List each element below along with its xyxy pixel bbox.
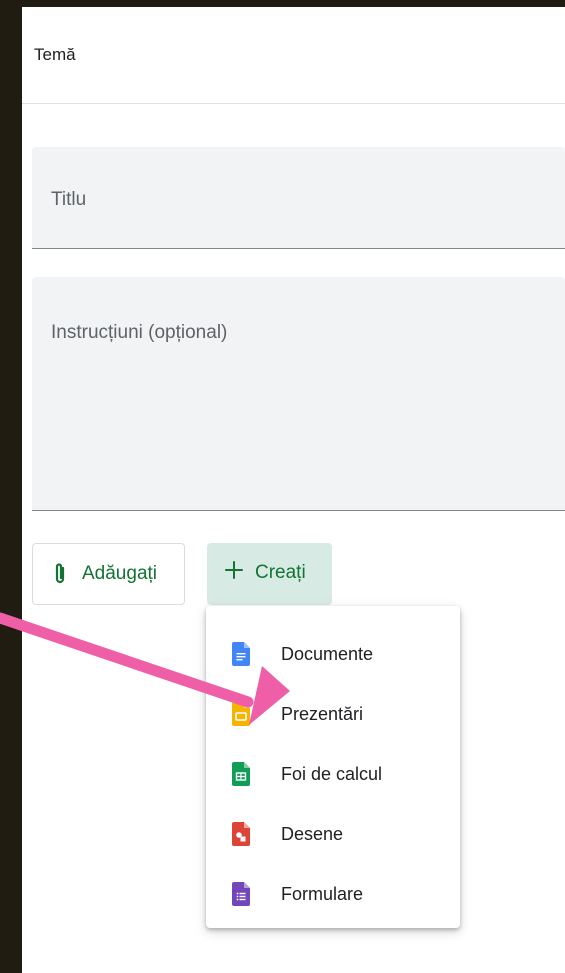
menu-item-label: Formulare [281, 884, 364, 904]
menu-item-docs[interactable]: Documente [206, 626, 460, 684]
menu-item-label: Prezentări [281, 704, 364, 724]
screenshot-frame: Temă Titlu Instrucțiuni (opțional) Adăug… [0, 0, 565, 973]
paperclip-icon [53, 562, 67, 592]
google-slides-icon [232, 702, 250, 731]
page-title: Temă [34, 45, 76, 64]
title-field[interactable]: Titlu [32, 147, 565, 249]
create-button[interactable]: Creați [207, 543, 332, 605]
create-menu: Documente Prezentări Foi de calcul Desen… [206, 606, 460, 928]
panel-header: Temă [22, 7, 565, 104]
assignment-panel: Temă Titlu Instrucțiuni (opțional) Adăug… [22, 7, 565, 973]
plus-icon [224, 558, 244, 584]
menu-item-slides[interactable]: Prezentări [206, 686, 460, 744]
google-docs-icon [232, 642, 250, 671]
google-drawings-icon [232, 822, 250, 851]
google-sheets-icon [232, 762, 250, 791]
instructions-placeholder: Instrucțiuni (opțional) [51, 322, 228, 343]
menu-item-label: Desene [281, 824, 344, 844]
title-placeholder: Titlu [51, 189, 87, 210]
menu-item-sheets[interactable]: Foi de calcul [206, 746, 460, 804]
google-forms-icon [232, 882, 250, 911]
menu-item-drawings[interactable]: Desene [206, 806, 460, 864]
add-button-label: Adăugați [82, 563, 158, 584]
instructions-field[interactable]: Instrucțiuni (opțional) [32, 277, 565, 511]
menu-item-label: Documente [281, 644, 374, 664]
add-button[interactable]: Adăugați [32, 543, 185, 605]
menu-item-forms[interactable]: Formulare [206, 866, 460, 924]
menu-item-label: Foi de calcul [281, 764, 383, 784]
create-button-label: Creați [255, 562, 306, 583]
